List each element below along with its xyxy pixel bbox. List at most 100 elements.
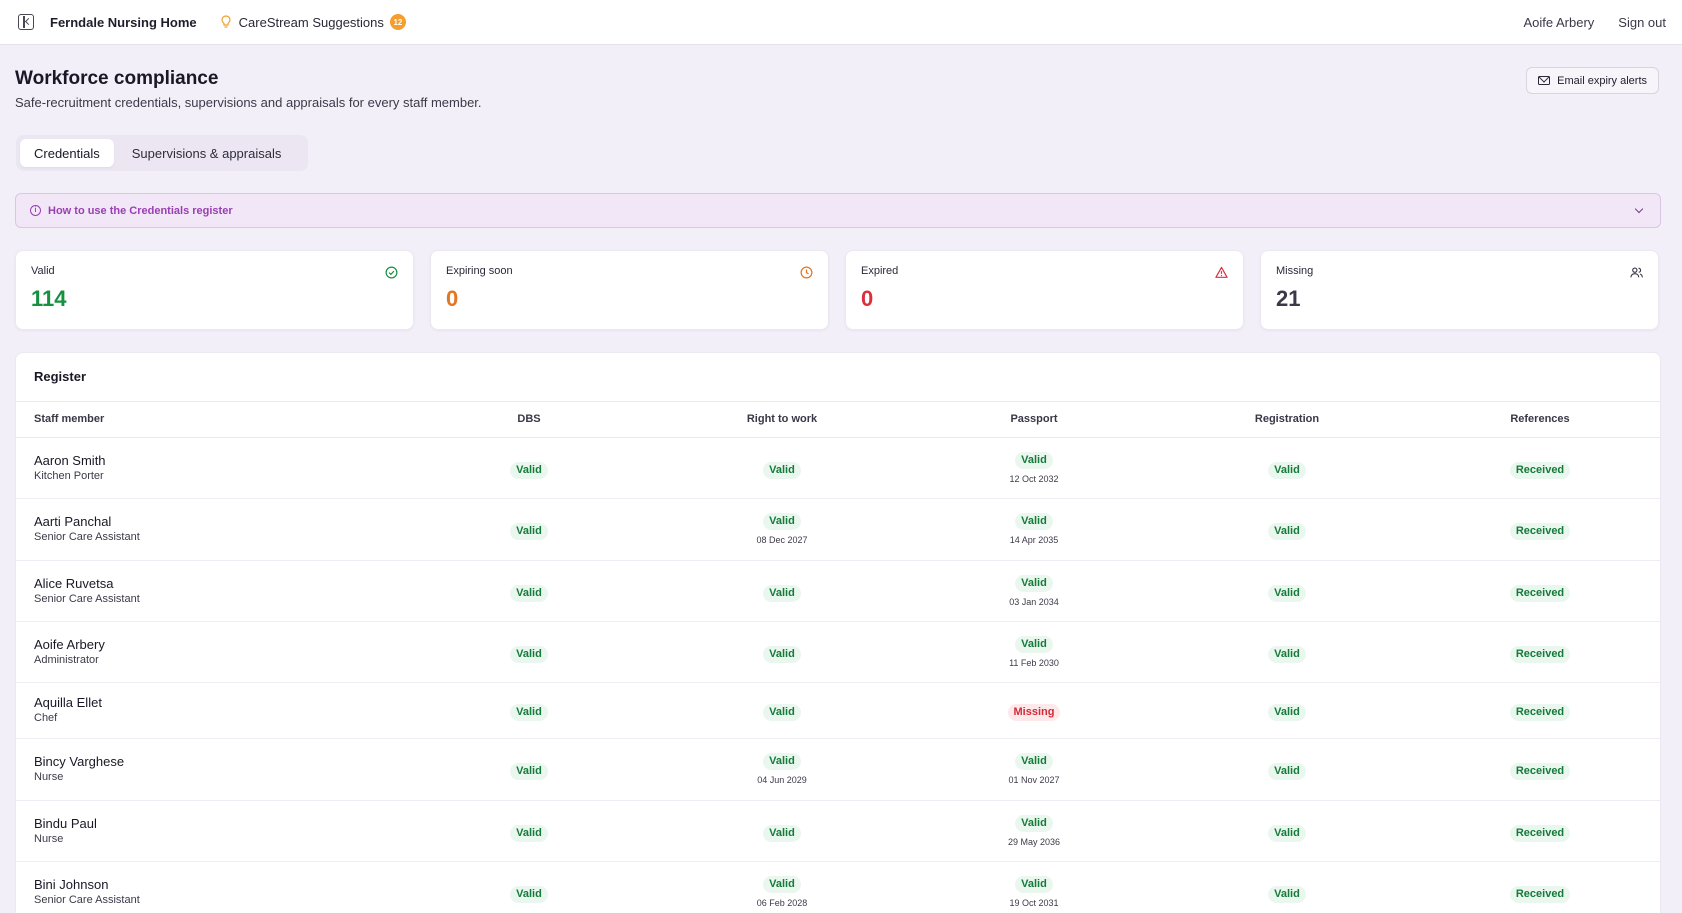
status-badge: Valid bbox=[510, 523, 548, 540]
status-badge: Valid bbox=[763, 704, 801, 721]
email-expiry-alerts-button[interactable]: Email expiry alerts bbox=[1526, 67, 1659, 94]
staff-name[interactable]: Bincy Varghese bbox=[34, 754, 124, 769]
column-header-references: References bbox=[1510, 413, 1570, 425]
top-bar: Ferndale Nursing Home CareStream Suggest… bbox=[0, 0, 1682, 45]
right-to-work-cell: Valid bbox=[702, 823, 862, 842]
status-badge: Valid bbox=[763, 513, 801, 530]
status-badge: Valid bbox=[763, 824, 801, 842]
tab-credentials[interactable]: Credentials bbox=[20, 139, 114, 167]
references-cell: Received bbox=[1460, 521, 1620, 540]
lightbulb-icon bbox=[221, 15, 231, 28]
column-header-registration: Registration bbox=[1254, 413, 1320, 425]
dbs-cell: Valid bbox=[449, 884, 609, 903]
status-badge: Valid bbox=[510, 886, 548, 903]
email-button-label: Email expiry alerts bbox=[1557, 74, 1647, 87]
staff-name[interactable]: Aarti Panchal bbox=[34, 514, 111, 529]
status-badge: Valid bbox=[510, 824, 548, 842]
references-cell: Received bbox=[1460, 761, 1620, 780]
references-cell: Received bbox=[1460, 702, 1620, 721]
passport-cell: Missing bbox=[954, 702, 1114, 721]
status-badge: Valid bbox=[1268, 584, 1306, 602]
staff-role: Administrator bbox=[34, 653, 99, 666]
staff-role: Nurse bbox=[34, 832, 64, 845]
status-badge: Valid bbox=[510, 704, 548, 721]
registration-cell: Valid bbox=[1207, 460, 1367, 479]
table-row[interactable]: Bincy Varghese Nurse Valid Valid 04 Jun 2029… bbox=[16, 739, 1660, 801]
status-badge: Valid bbox=[763, 876, 801, 893]
right-to-work-cell: Valid bbox=[702, 583, 862, 602]
dbs-cell: Valid bbox=[449, 702, 609, 721]
suggestions-label: CareStream Suggestions bbox=[238, 14, 384, 30]
references-cell: Received bbox=[1460, 583, 1620, 602]
expiry-date: 19 Oct 2031 bbox=[1009, 898, 1059, 908]
table-row[interactable]: Aaron Smith Kitchen Porter Valid Valid Valid… bbox=[16, 438, 1660, 499]
expiry-date: 29 May 2036 bbox=[1007, 836, 1061, 847]
suggestions-count-badge: 12 bbox=[389, 14, 406, 30]
chevron-down-icon bbox=[1634, 204, 1644, 214]
status-badge: Valid bbox=[1268, 704, 1306, 721]
staff-role: Senior Care Assistant bbox=[34, 894, 140, 906]
table-row[interactable]: Aarti Panchal Senior Care Assistant Valid V… bbox=[16, 499, 1660, 561]
status-badge: Valid bbox=[1268, 824, 1306, 842]
staff-name[interactable]: Aquilla Ellet bbox=[34, 695, 102, 710]
passport-cell: Valid 03 Jan 2034 bbox=[954, 573, 1114, 607]
staff-name[interactable]: Bindu Paul bbox=[34, 816, 97, 831]
page-title: Workforce compliance bbox=[15, 68, 219, 89]
dbs-cell: Valid bbox=[449, 521, 609, 540]
expiry-date: 12 Oct 2032 bbox=[1009, 473, 1059, 484]
expiry-date: 11 Feb 2030 bbox=[1009, 657, 1059, 668]
tab-bar: Credentials Supervisions & appraisals bbox=[16, 135, 308, 171]
status-badge: Received bbox=[1509, 824, 1571, 842]
registration-cell: Valid bbox=[1207, 702, 1367, 721]
sign-out-link[interactable]: Sign out bbox=[1618, 15, 1666, 30]
user-name[interactable]: Aoife Arbery bbox=[1523, 15, 1594, 30]
status-badge: Received bbox=[1509, 461, 1571, 479]
status-badge: Valid bbox=[1015, 574, 1053, 592]
references-cell: Received bbox=[1460, 823, 1620, 842]
table-row[interactable]: Bini Johnson Senior Care Assistant Valid Va… bbox=[16, 862, 1660, 913]
right-to-work-cell: Valid bbox=[702, 702, 862, 721]
references-cell: Received bbox=[1460, 644, 1620, 663]
registration-cell: Valid bbox=[1207, 644, 1367, 663]
status-badge: Valid bbox=[1015, 876, 1053, 893]
status-badge: Received bbox=[1509, 523, 1571, 540]
passport-cell: Valid 14 Apr 2035 bbox=[954, 511, 1114, 545]
status-badge: Received bbox=[1509, 886, 1571, 903]
page-subtitle: Safe-recruitment credentials, supervisio… bbox=[15, 95, 482, 110]
staff-name[interactable]: Aaron Smith bbox=[34, 453, 106, 468]
staff-name[interactable]: Bini Johnson bbox=[34, 877, 108, 892]
sidebar-toggle-icon[interactable] bbox=[18, 14, 34, 30]
registration-cell: Valid bbox=[1207, 823, 1367, 842]
passport-cell: Valid 19 Oct 2031 bbox=[954, 874, 1114, 908]
clock-icon bbox=[800, 266, 813, 279]
status-badge: Valid bbox=[1268, 763, 1306, 780]
stat-card-valid: Valid 114 bbox=[15, 250, 414, 330]
status-badge: Received bbox=[1509, 584, 1571, 602]
table-row[interactable]: Alice Ruvetsa Senior Care Assistant Valid V… bbox=[16, 561, 1660, 622]
right-to-work-cell: Valid 04 Jun 2029 bbox=[702, 751, 862, 785]
expiry-date: 01 Nov 2027 bbox=[1008, 775, 1060, 785]
table-row[interactable]: Aoife Arbery Administrator Valid Valid Valid… bbox=[16, 622, 1660, 683]
tab-supervisions-appraisals[interactable]: Supervisions & appraisals bbox=[118, 139, 296, 167]
status-badge: Valid bbox=[763, 753, 801, 770]
staff-name[interactable]: Aoife Arbery bbox=[34, 637, 105, 652]
dbs-cell: Valid bbox=[449, 644, 609, 663]
staff-role: Senior Care Assistant bbox=[34, 531, 140, 543]
staff-name[interactable]: Alice Ruvetsa bbox=[34, 576, 113, 591]
status-badge: Valid bbox=[763, 584, 801, 602]
status-badge: Valid bbox=[510, 763, 548, 780]
help-banner[interactable]: i How to use the Credentials register bbox=[15, 193, 1661, 228]
expiry-date: 14 Apr 2035 bbox=[1009, 535, 1059, 545]
stat-card-expiring-soon: Expiring soon 0 bbox=[430, 250, 829, 330]
brand-name[interactable]: Ferndale Nursing Home bbox=[50, 15, 197, 30]
help-banner-text: How to use the Credentials register bbox=[48, 204, 233, 217]
status-badge: Valid bbox=[510, 584, 548, 602]
status-badge: Valid bbox=[510, 461, 548, 479]
table-row[interactable]: Bindu Paul Nurse Valid Valid Valid 29 May 203… bbox=[16, 801, 1660, 862]
table-row[interactable]: Aquilla Ellet Chef Valid Valid Missing Valid R… bbox=[16, 683, 1660, 739]
suggestions-link[interactable]: CareStream Suggestions 12 bbox=[221, 14, 406, 30]
warning-triangle-icon bbox=[1215, 266, 1228, 278]
staff-role: Chef bbox=[34, 712, 58, 724]
register-title: Register bbox=[34, 369, 87, 384]
status-badge: Valid bbox=[1268, 461, 1306, 479]
